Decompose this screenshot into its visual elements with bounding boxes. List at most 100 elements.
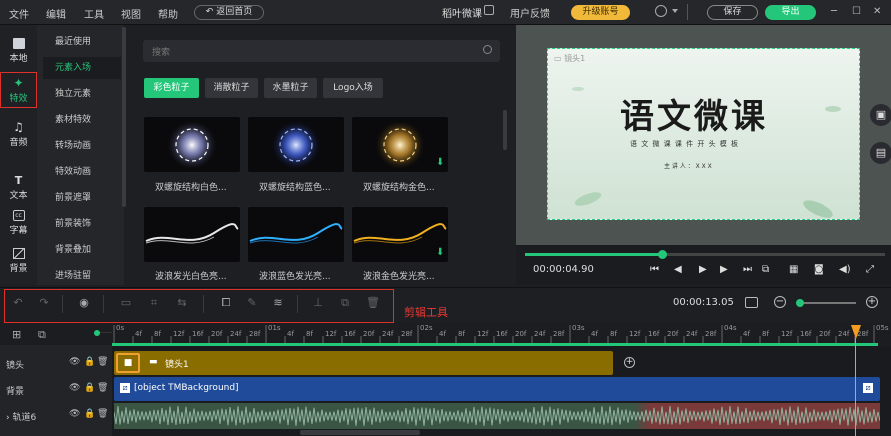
- add-clip-icon[interactable]: +: [624, 357, 635, 368]
- background-clip[interactable]: ⧄ [object TMBackground] ⧄: [114, 377, 880, 401]
- sidebar-item-subtitle[interactable]: cc 字幕: [0, 205, 37, 241]
- category-item[interactable]: 背景叠加: [43, 239, 121, 261]
- category-item-active[interactable]: 元素入场: [43, 57, 121, 79]
- eye-icon[interactable]: 👁: [69, 357, 80, 367]
- tab-logo-entry[interactable]: Logo入场: [323, 78, 383, 98]
- play-icon[interactable]: ▶: [699, 264, 707, 275]
- menu-edit[interactable]: 编辑: [46, 6, 66, 21]
- screen-record-icon[interactable]: ⧉: [762, 264, 769, 275]
- stamp-icon[interactable]: ⊥: [312, 297, 324, 309]
- sidebar-item-background[interactable]: 背景: [0, 243, 37, 279]
- export-button[interactable]: 导出: [765, 5, 816, 20]
- effect-thumbnail[interactable]: [144, 117, 240, 172]
- trash-icon[interactable]: 🗑: [97, 357, 108, 367]
- search-input[interactable]: 搜索: [143, 40, 500, 62]
- category-item[interactable]: 转场动画: [43, 135, 121, 157]
- effect-thumbnail[interactable]: [248, 117, 344, 172]
- search-icon[interactable]: [483, 45, 492, 54]
- category-item[interactable]: 进场驻留: [43, 265, 121, 287]
- trash-icon[interactable]: 🗑: [97, 409, 108, 419]
- upgrade-button[interactable]: 升级账号: [571, 5, 630, 20]
- ruler-tick-label: 4f: [135, 330, 142, 338]
- tab-ink-particles[interactable]: 水墨粒子: [264, 78, 317, 98]
- playback-scrubber[interactable]: [657, 250, 667, 259]
- category-item[interactable]: 前景遮罩: [43, 187, 121, 209]
- camera-clip-icon: ▬: [149, 357, 158, 367]
- effect-thumbnail[interactable]: ⬇: [352, 117, 448, 172]
- timeline-hscrollbar[interactable]: [300, 430, 420, 435]
- minimize-icon[interactable]: ─: [831, 6, 837, 17]
- zoom-slider-knob[interactable]: [796, 299, 804, 307]
- sidebar-item-audio[interactable]: ♫ 音频: [0, 117, 37, 153]
- crop-icon[interactable]: ⌗: [148, 297, 160, 309]
- back-home-button[interactable]: ↶ 返回首页: [194, 5, 264, 20]
- split-icon[interactable]: ▭: [120, 297, 132, 309]
- copy-icon[interactable]: ⧉: [339, 297, 351, 309]
- eye-icon[interactable]: 👁: [69, 383, 80, 393]
- preview-canvas[interactable]: ▭ 镜头1 语文微课 语 文 微 课 课 件 开 头 模 板 主 讲 人 ： X…: [547, 48, 860, 220]
- menu-view[interactable]: 视图: [121, 6, 141, 21]
- save-button[interactable]: 保存: [707, 5, 758, 20]
- menu-tools[interactable]: 工具: [84, 6, 104, 21]
- sidebar-item-effects[interactable]: ✦ 特效: [0, 72, 37, 108]
- delete-icon[interactable]: 🗑: [366, 297, 380, 309]
- tab-colorful-particles[interactable]: 彩色粒子: [144, 78, 199, 98]
- audio-clip[interactable]: [113, 403, 881, 429]
- lock-icon[interactable]: 🔒: [84, 357, 95, 367]
- camera-icon[interactable]: ■: [116, 353, 140, 373]
- link-icon[interactable]: ⧉: [38, 328, 46, 342]
- zoom-slider-track[interactable]: [797, 302, 856, 304]
- trash-icon[interactable]: 🗑: [97, 383, 108, 393]
- image-edit-icon[interactable]: ⧠: [220, 297, 232, 309]
- camera-clip[interactable]: ■ ▬ 镜头1: [114, 351, 613, 375]
- step-forward-icon[interactable]: ▶: [720, 264, 728, 275]
- category-item[interactable]: 素材特效: [43, 109, 121, 131]
- download-icon[interactable]: ⬇: [436, 157, 444, 168]
- tab-dissipate-particles[interactable]: 消散粒子: [205, 78, 258, 98]
- mirror-icon[interactable]: ⇆: [176, 297, 188, 309]
- layers-icon[interactable]: ≋: [272, 297, 284, 309]
- zoom-in-icon[interactable]: +: [866, 296, 878, 308]
- eye-icon[interactable]: 👁: [69, 409, 80, 419]
- category-scrollbar[interactable]: [122, 27, 126, 207]
- layer-icon[interactable]: ▤: [870, 142, 891, 164]
- snapshot-icon[interactable]: ◙: [814, 264, 824, 275]
- menu-help[interactable]: 帮助: [158, 6, 178, 21]
- sidebar-item-local[interactable]: 本地: [0, 33, 37, 69]
- timeline-ruler[interactable]: 0s 4f 8f 12f 16f 20f 24f 28f 01s 4f 8f 12f 16f 20f 24f…: [112, 323, 891, 345]
- avatar-icon[interactable]: [655, 5, 667, 17]
- effect-thumbnail[interactable]: [144, 207, 240, 262]
- skip-end-icon[interactable]: ⏭: [743, 264, 752, 275]
- close-icon[interactable]: ✕: [873, 6, 881, 17]
- fit-screen-icon[interactable]: ▣: [870, 104, 891, 126]
- volume-icon[interactable]: ◀): [839, 264, 851, 275]
- category-item[interactable]: 独立元素: [43, 83, 121, 105]
- lock-icon[interactable]: 🔒: [84, 383, 95, 393]
- maximize-icon[interactable]: ☐: [852, 6, 861, 17]
- effect-thumbnail[interactable]: ⬇: [352, 207, 448, 262]
- lock-icon[interactable]: 🔒: [84, 409, 95, 419]
- effect-thumbnail[interactable]: [248, 207, 344, 262]
- undo-icon[interactable]: ↶: [12, 297, 24, 309]
- skip-start-icon[interactable]: ⏮: [650, 264, 659, 275]
- fit-timeline-icon[interactable]: [745, 297, 758, 308]
- category-item[interactable]: 最近使用: [43, 31, 121, 53]
- category-item[interactable]: 前景装饰: [43, 213, 121, 235]
- chevron-down-icon[interactable]: [672, 9, 678, 13]
- step-back-icon[interactable]: ◀: [674, 264, 682, 275]
- fullscreen-icon[interactable]: ⤢: [866, 264, 874, 275]
- grid-icon[interactable]: ▦: [789, 264, 798, 275]
- ruler-tick-label: 24f: [838, 330, 850, 338]
- download-icon[interactable]: ⬇: [436, 247, 444, 258]
- sidebar-item-text[interactable]: T 文本: [0, 170, 37, 206]
- pen-icon[interactable]: ✎: [246, 297, 258, 309]
- zoom-out-icon[interactable]: −: [774, 296, 786, 308]
- feedback-button[interactable]: 用户反馈: [510, 5, 550, 20]
- record-icon[interactable]: ◉: [78, 297, 90, 309]
- effects-scrollbar[interactable]: [503, 110, 507, 150]
- add-track-icon[interactable]: ⊞: [12, 328, 21, 341]
- menu-file[interactable]: 文件: [9, 6, 29, 21]
- redo-icon[interactable]: ↷: [38, 297, 50, 309]
- category-item[interactable]: 特效动画: [43, 161, 121, 183]
- playhead-handle[interactable]: [851, 325, 861, 339]
